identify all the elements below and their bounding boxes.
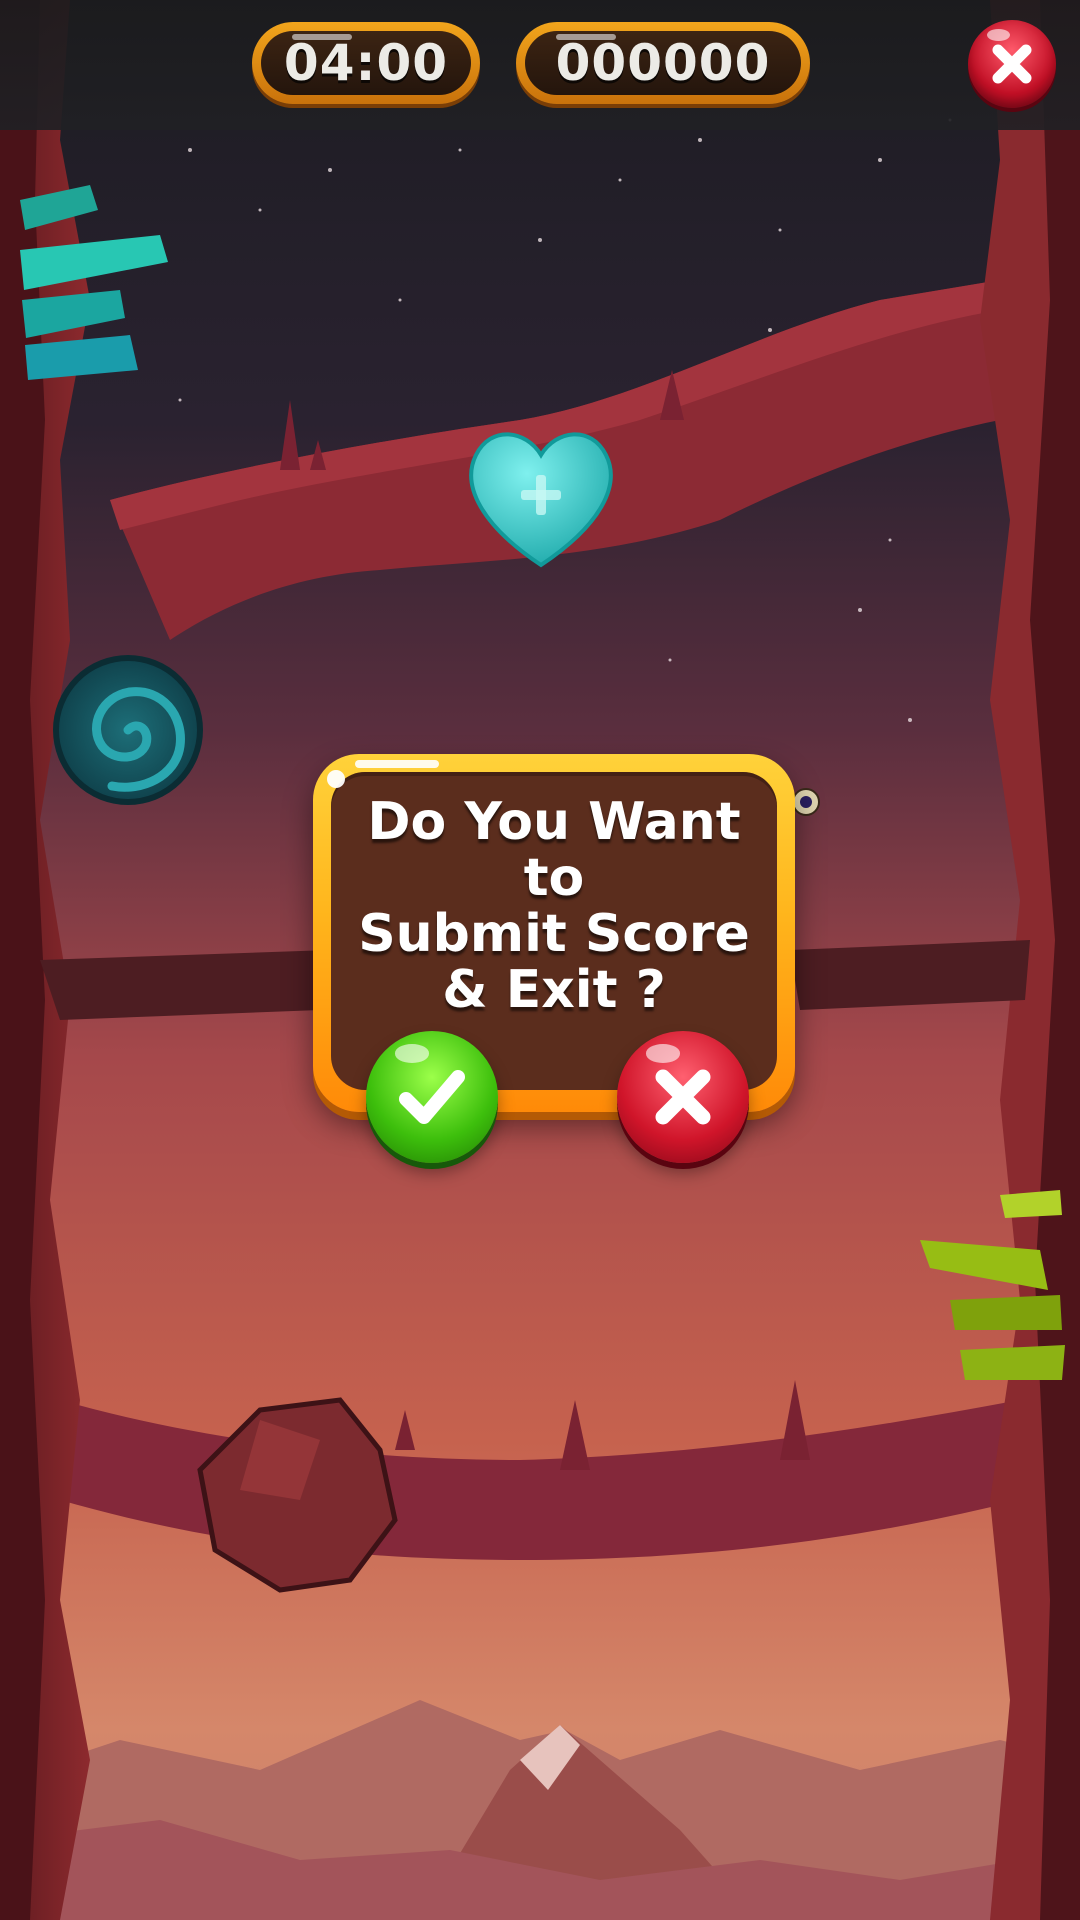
dialog-message: Do You Want to Submit Score & Exit ? [331,794,777,1018]
checkmark-icon [399,1070,465,1124]
message-line: to [523,848,585,908]
close-icon [655,1069,711,1125]
button-gloss [395,1044,430,1063]
message-line: & Exit ? [442,960,666,1020]
score-gloss [556,34,616,40]
message-line: Submit Score [358,904,750,964]
message-line: Do You Want [367,792,741,852]
button-gloss [987,28,1011,42]
cancel-button[interactable] [617,1031,749,1163]
confirm-button[interactable] [366,1031,498,1163]
score-display: 000000 [516,22,810,104]
timer-gloss [292,34,352,40]
score-value: 000000 [555,34,771,92]
exit-button[interactable] [968,20,1056,108]
timer-display: 04:00 [252,22,480,104]
timer-value: 04:00 [283,34,449,92]
close-icon [992,44,1032,84]
button-gloss [646,1044,681,1063]
dialog-glint-dot [327,770,345,788]
dialog-glint [355,760,439,768]
